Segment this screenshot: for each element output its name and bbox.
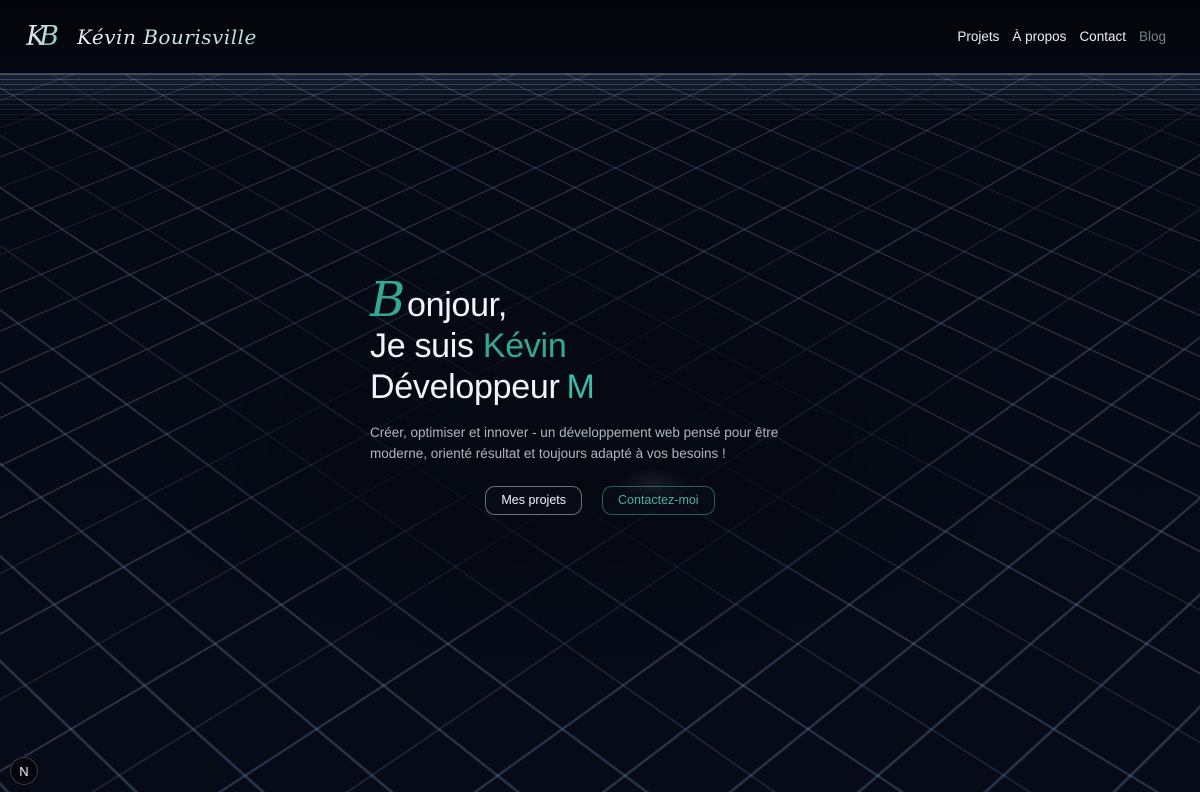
site-header: KB Kévin Bourisville Projets À propos Co… bbox=[0, 0, 1200, 74]
portfolio-page: KB Kévin Bourisville Projets À propos Co… bbox=[0, 0, 1200, 792]
typed-text: M bbox=[567, 368, 595, 406]
heading-line-1: Bonjour, bbox=[370, 285, 830, 326]
main-nav: Projets À propos Contact Blog bbox=[957, 29, 1166, 44]
heading-line1-rest: onjour, bbox=[407, 286, 507, 324]
nextjs-n-icon: N bbox=[19, 764, 28, 779]
mes-projets-button[interactable]: Mes projets bbox=[485, 486, 582, 515]
nav-link-blog[interactable]: Blog bbox=[1139, 29, 1166, 44]
kb-monogram-icon: KB bbox=[26, 23, 61, 50]
hero-heading: Bonjour, Je suis Kévin DéveloppeurM bbox=[370, 285, 830, 408]
hero-subtitle: Créer, optimiser et innover - un dévelop… bbox=[370, 422, 822, 464]
heading-line2-prefix: Je suis bbox=[370, 327, 483, 365]
heading-line3-prefix: Développeur bbox=[370, 368, 560, 406]
nav-link-projets[interactable]: Projets bbox=[957, 29, 999, 44]
nav-link-contact[interactable]: Contact bbox=[1079, 29, 1126, 44]
brand-name: Kévin Bourisville bbox=[77, 25, 257, 49]
hero-content: Bonjour, Je suis Kévin DéveloppeurM Crée… bbox=[370, 74, 830, 515]
cta-buttons: Mes projets Contactez-moi bbox=[370, 486, 830, 515]
brand-logo[interactable]: KB Kévin Bourisville bbox=[26, 23, 257, 50]
hero-section: Bonjour, Je suis Kévin DéveloppeurM Crée… bbox=[0, 74, 1200, 792]
heading-line-2: Je suis Kévin bbox=[370, 326, 830, 367]
heading-line2-accent: Kévin bbox=[483, 327, 567, 365]
nextjs-dev-badge[interactable]: N bbox=[10, 757, 38, 785]
contactez-moi-button[interactable]: Contactez-moi bbox=[602, 486, 715, 515]
heading-line-3: DéveloppeurM bbox=[370, 367, 830, 408]
script-initial-b: B bbox=[370, 272, 405, 328]
nav-link-a-propos[interactable]: À propos bbox=[1012, 29, 1066, 44]
